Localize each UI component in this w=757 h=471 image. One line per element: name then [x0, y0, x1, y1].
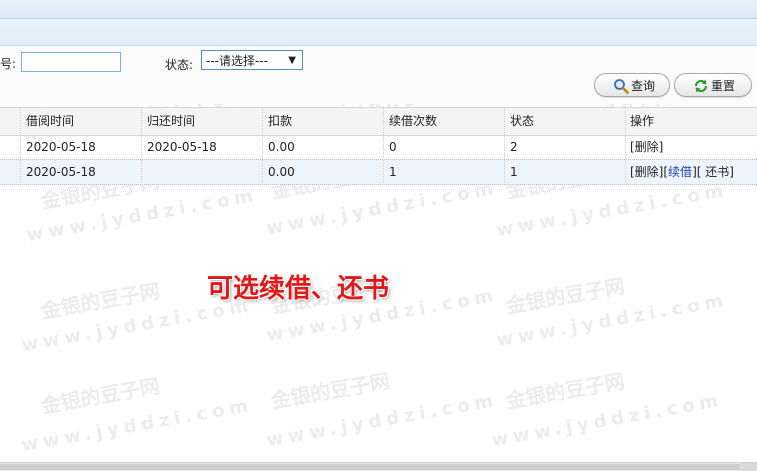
watermark-brand: 金银的豆子网 [39, 278, 162, 324]
return-time-cell: 2020-05-18 [147, 140, 217, 154]
watermark-url: www.jyddzi.com [264, 177, 500, 240]
reset-button[interactable]: 重置 [674, 73, 752, 97]
watermark-url: www.jyddzi.com [494, 179, 730, 242]
status-label: 状态: [165, 58, 194, 72]
annotation-text: 可选续借、还书 [207, 274, 390, 304]
status-select-value: ---请选择--- [206, 54, 268, 68]
borrow-time-cell: 2020-05-18 [26, 165, 96, 179]
field-label: 号: [0, 57, 17, 71]
col-header-renew-count: 续借次数 [389, 114, 438, 128]
column-divider [141, 108, 142, 183]
query-button-label: 查询 [631, 79, 656, 93]
reset-button-label: 重置 [711, 79, 736, 93]
table-header: 借阅时间 归还时间 扣款 续借次数 状态 操作 [0, 107, 757, 136]
col-header-status: 状态 [510, 114, 535, 128]
renew-count-cell: 1 [389, 165, 397, 179]
table-row: 2020-05-18 0.00 1 1 [删除][续借][ 还书] [0, 159, 757, 185]
delete-link[interactable]: [删除] [630, 135, 663, 159]
watermark-brand: 金银的豆子网 [504, 368, 627, 414]
renew-count-cell: 0 [389, 140, 397, 154]
status-cell: 1 [510, 165, 518, 179]
chevron-down-icon: ▼ [288, 55, 296, 66]
watermark-url: www.jyddzi.com [489, 389, 725, 452]
refresh-icon [694, 79, 708, 93]
col-header-actions: 操作 [630, 114, 655, 128]
col-header-return-time: 归还时间 [147, 114, 196, 128]
search-input[interactable] [21, 52, 121, 72]
status-cell: 2 [510, 140, 518, 154]
actions-cell: [删除][续借][ 还书] [630, 160, 734, 184]
search-icon [614, 79, 629, 94]
column-divider [504, 108, 505, 183]
column-divider [383, 108, 384, 183]
return-link[interactable]: ][ 还书] [692, 165, 734, 179]
col-header-borrow-time: 借阅时间 [26, 114, 75, 128]
watermark-brand: 金银的豆子网 [269, 368, 392, 414]
query-button[interactable]: 查询 [594, 73, 670, 97]
borrow-time-cell: 2020-05-18 [26, 140, 96, 154]
delete-link[interactable]: [删除][ [630, 165, 668, 179]
column-divider [262, 108, 263, 183]
col-header-deduction: 扣款 [268, 114, 293, 128]
watermark-brand: 金银的豆子网 [504, 273, 627, 319]
column-divider [20, 108, 21, 183]
scrollbar-thumb[interactable] [0, 464, 740, 470]
column-divider [625, 108, 626, 183]
renew-link[interactable]: 续借 [668, 165, 692, 179]
watermark-url: www.jyddzi.com [19, 394, 255, 457]
status-select[interactable]: ---请选择--- ▼ [201, 50, 303, 70]
title-bar [0, 19, 757, 46]
watermark-url: www.jyddzi.com [264, 389, 500, 452]
deduction-cell: 0.00 [268, 165, 295, 179]
deduction-cell: 0.00 [268, 140, 295, 154]
watermark-brand: 金银的豆子网 [39, 373, 162, 419]
watermark-url: www.jyddzi.com [494, 289, 730, 352]
watermark-url: www.jyddzi.com [24, 184, 260, 247]
top-bar [0, 0, 757, 19]
table-row: 2020-05-18 2020-05-18 0.00 0 2 [删除] [0, 135, 757, 160]
